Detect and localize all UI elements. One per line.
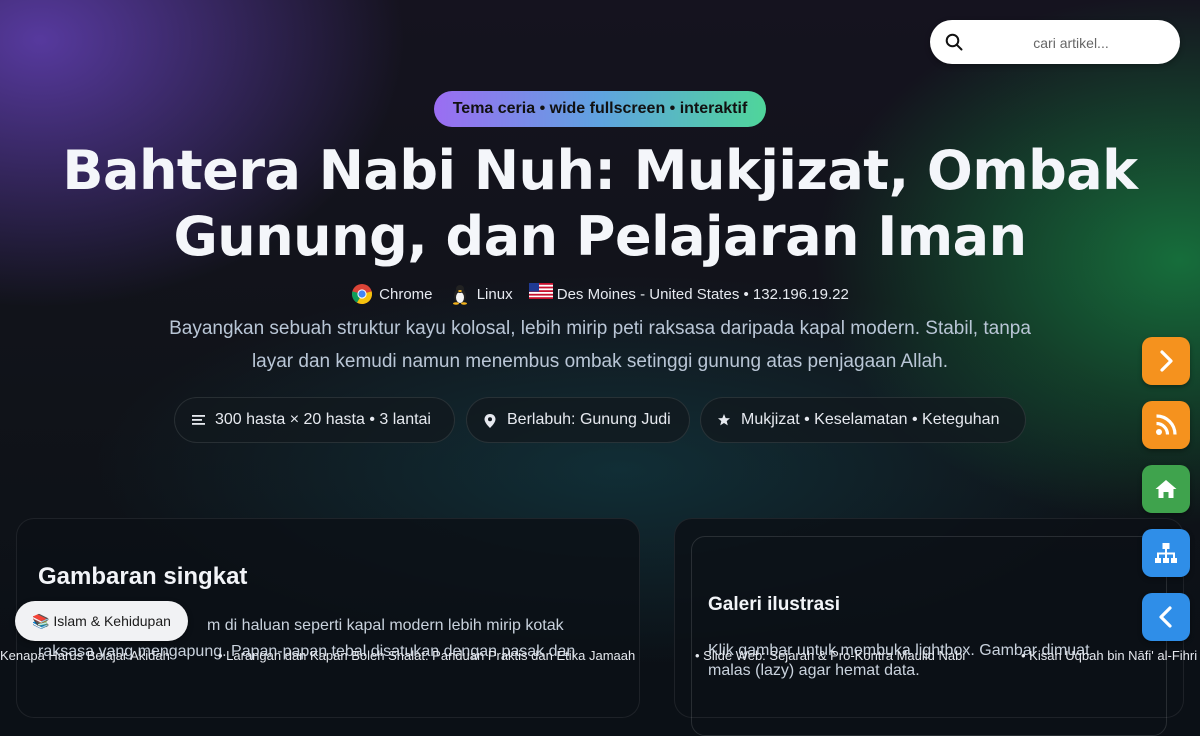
theme-tag: Tema ceria • wide fullscreen • interakti… — [434, 91, 766, 127]
sitemap-icon — [1155, 543, 1177, 563]
search-box[interactable] — [930, 20, 1180, 64]
star-icon — [718, 414, 730, 426]
list-icon — [192, 415, 205, 425]
gallery-card: Galeri ilustrasi Klik gambar untuk membu… — [674, 518, 1184, 736]
gallery-title: Galeri ilustrasi — [708, 594, 841, 615]
sitemap-button[interactable] — [1142, 529, 1190, 577]
map-pin-icon — [484, 414, 496, 428]
search-input[interactable] — [970, 28, 1172, 58]
chip-location-text: Berlabuh: Gunung Judi — [507, 411, 671, 428]
chip-dimensions: 300 hasta × 20 hasta • 3 lantai — [174, 397, 455, 443]
category-pill[interactable]: 📚 Islam & Kehidupan — [15, 601, 188, 641]
ticker-item[interactable]: • Larangan dan Kapan Boleh Shalat: Pandu… — [218, 648, 635, 663]
summary-title: Gambaran singkat — [38, 563, 248, 590]
chrome-icon — [351, 283, 373, 305]
chip-themes-text: Mukjizat • Keselamatan • Keteguhan — [741, 411, 1000, 428]
ticker-item[interactable]: • Kisah Uqbah bin Nāfi' al-Fihri — [1021, 648, 1197, 663]
chevron-left-icon — [1159, 606, 1172, 628]
chip-dimensions-text: 300 hasta × 20 hasta • 3 lantai — [215, 411, 431, 428]
chip-location: Berlabuh: Gunung Judi — [466, 397, 690, 443]
location-label: Des Moines - United States • 132.196.19.… — [556, 285, 849, 303]
browser-label: Chrome — [379, 285, 433, 303]
rss-icon — [1156, 414, 1177, 435]
page-title: Bahtera Nabi Nuh: Mukjizat, Ombak Gunung… — [62, 139, 1138, 268]
search-icon — [945, 33, 963, 51]
next-button[interactable] — [1142, 337, 1190, 385]
lead-text: Bayangkan sebuah struktur kayu kolosal, … — [169, 318, 1031, 372]
os-label: Linux — [476, 285, 513, 303]
prev-button[interactable] — [1142, 593, 1190, 641]
summary-text-line1: m di haluan seperti kapal modern lebih m… — [207, 617, 564, 634]
article-ticker: Kenapa Harus Belajar Akidah • Larangan d… — [0, 645, 1200, 667]
home-icon — [1155, 480, 1177, 498]
ticker-item[interactable]: • Slide Web: Sejarah & Pro-Kontra Maulid… — [695, 648, 965, 663]
chevron-right-icon — [1160, 350, 1173, 372]
info-chips: 300 hasta × 20 hasta • 3 lantai Berlabuh… — [0, 397, 1200, 443]
gallery-inner-panel: Galeri ilustrasi Klik gambar untuk membu… — [691, 536, 1167, 736]
chip-themes: Mukjizat • Keselamatan • Keteguhan — [700, 397, 1026, 443]
home-button[interactable] — [1142, 465, 1190, 513]
linux-icon — [449, 283, 471, 305]
ticker-item[interactable]: Kenapa Harus Belajar Akidah — [0, 648, 170, 663]
us-flag-icon — [528, 283, 553, 305]
visitor-meta: Chrome Linux Des Moines - United States … — [0, 283, 1200, 305]
rss-button[interactable] — [1142, 401, 1190, 449]
